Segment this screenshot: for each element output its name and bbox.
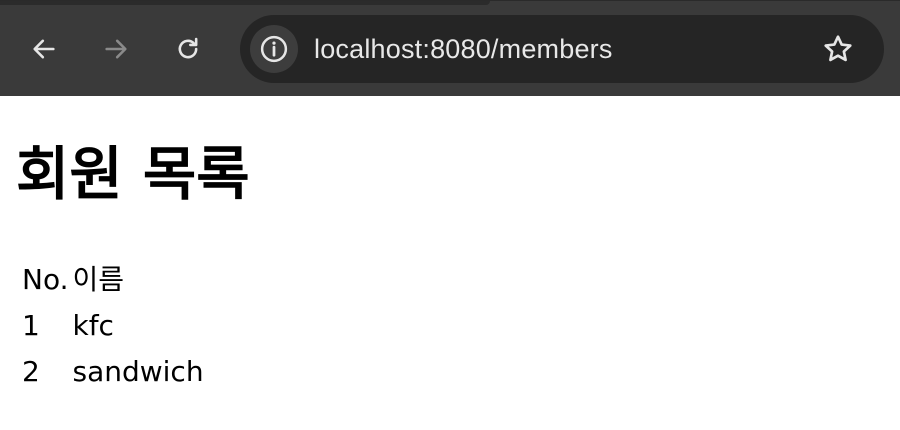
table-header-row: No. 이름: [22, 258, 204, 302]
back-arrow-icon: [33, 39, 55, 59]
member-name: kfc: [72, 309, 114, 342]
table-row: 1 kfc: [22, 304, 204, 348]
reload-icon: [178, 37, 198, 59]
browser-toolbar: localhost:8080/members: [0, 0, 900, 96]
column-header-no: No.: [22, 263, 69, 296]
site-info-button[interactable]: [250, 25, 298, 73]
back-button[interactable]: [22, 27, 66, 71]
members-table: No. 이름 1 kfc 2 sandwich: [18, 256, 208, 396]
reload-button[interactable]: [166, 27, 210, 71]
table-row: 2 sandwich: [22, 350, 204, 394]
page-content: 회원 목록 No. 이름 1 kfc 2 sandwich: [0, 96, 900, 430]
url-text[interactable]: localhost:8080/members: [314, 15, 613, 83]
member-no: 1: [22, 309, 40, 342]
address-bar[interactable]: localhost:8080/members: [240, 15, 884, 83]
forward-arrow-icon: [105, 39, 127, 59]
tab-strip-edge: [0, 1, 490, 5]
info-icon: [260, 35, 288, 63]
member-no: 2: [22, 355, 40, 388]
member-name: sandwich: [72, 355, 204, 388]
column-header-name: 이름: [72, 263, 125, 296]
bookmark-button[interactable]: [818, 29, 858, 69]
page-title: 회원 목록: [16, 140, 250, 208]
forward-button[interactable]: [94, 27, 138, 71]
star-icon: [824, 35, 852, 62]
